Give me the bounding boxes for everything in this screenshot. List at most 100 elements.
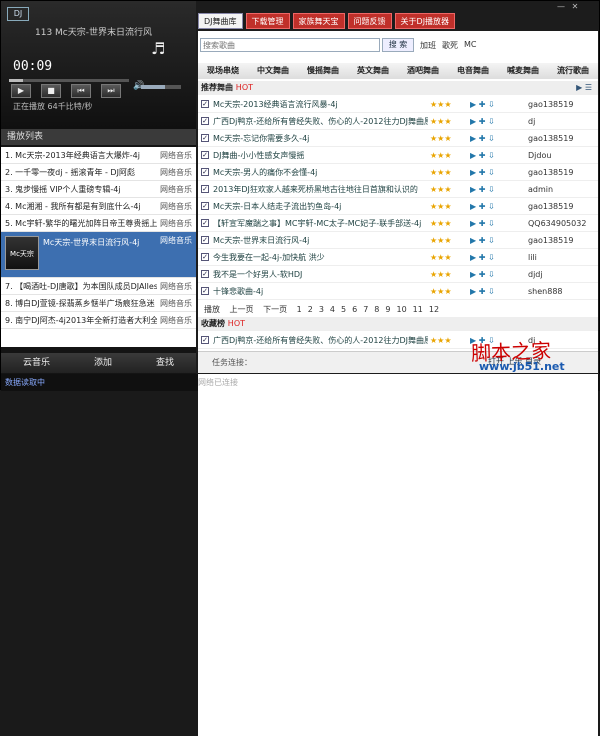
- category-chinese[interactable]: 中文舞曲: [248, 63, 298, 79]
- playlist-item[interactable]: 9. 南宁DJ阿杰-4j2013年全新打造者大利全家频频 网络音乐: [1, 312, 196, 329]
- song-checkbox[interactable]: ✓: [201, 336, 209, 344]
- page-number[interactable]: 1: [297, 305, 302, 314]
- song-row[interactable]: ✓ Mc天宗-忘记你需要多久-4j ★★★ ▶ ✚ ⇩ gao138519: [198, 130, 598, 147]
- song-actions-icon[interactable]: ▶ ✚ ⇩: [470, 198, 495, 215]
- category-slow[interactable]: 慢摇舞曲: [298, 63, 348, 79]
- song-checkbox[interactable]: ✓: [201, 219, 209, 227]
- song-checkbox[interactable]: ✓: [201, 134, 209, 142]
- song-title[interactable]: 广西Dj鸭京-还给所有曾经失败、伤心的人-2012往力DJ舞曲原创: [213, 113, 428, 130]
- volume-slider[interactable]: [141, 85, 181, 89]
- song-actions-icon[interactable]: ▶ ✚ ⇩: [470, 249, 495, 266]
- page-number[interactable]: 8: [374, 305, 379, 314]
- song-title[interactable]: Mc天宗-日本人结走子流出钓鱼岛-4j: [213, 198, 428, 215]
- tab-family[interactable]: 家族舞天宝: [292, 13, 345, 29]
- song-checkbox[interactable]: ✓: [201, 151, 209, 159]
- category-bar[interactable]: 酒吧舞曲: [398, 63, 448, 79]
- minimize-icon[interactable]: —: [556, 3, 566, 11]
- song-actions-icon[interactable]: ▶ ✚ ⇩: [470, 113, 495, 130]
- category-electronic[interactable]: 电音舞曲: [448, 63, 498, 79]
- play-all-button[interactable]: 播放: [204, 305, 220, 314]
- page-number[interactable]: 4: [330, 305, 335, 314]
- song-checkbox[interactable]: ✓: [201, 202, 209, 210]
- song-title[interactable]: Mc天宗-忘记你需要多久-4j: [213, 130, 428, 147]
- song-title[interactable]: 今生我要在一起-4j-加快航 洪少: [213, 249, 428, 266]
- tab-download-manager[interactable]: 下载管理: [245, 13, 290, 29]
- next-button[interactable]: ⏭: [101, 84, 121, 98]
- next-page-button[interactable]: 下一页: [263, 305, 287, 314]
- category-english[interactable]: 英文舞曲: [348, 63, 398, 79]
- song-actions-icon[interactable]: ▶ ✚ ⇩: [470, 147, 495, 164]
- playlist-item-active[interactable]: Mc天宗 Mc天宗-世界末日流行风-4j 网络音乐: [1, 232, 196, 278]
- category-mc[interactable]: 喊麦舞曲: [498, 63, 548, 79]
- search-button[interactable]: 搜 索: [382, 38, 414, 52]
- song-title[interactable]: Mc天宗-2013经典语言流行风暴-4j: [213, 96, 428, 113]
- song-title[interactable]: Mc天宗-男人的痛你不会懂-4j: [213, 164, 428, 181]
- song-checkbox[interactable]: ✓: [201, 117, 209, 125]
- song-actions-icon[interactable]: ▶ ✚ ⇩: [470, 130, 495, 147]
- song-title[interactable]: 广西Dj鸭京-还给所有曾经失败、伤心的人-2012往力DJ舞曲原创: [213, 332, 428, 349]
- song-title[interactable]: Mc天宗-世界末日流行风-4j: [213, 232, 428, 249]
- prev-page-button[interactable]: 上一页: [230, 305, 254, 314]
- seek-bar[interactable]: [9, 79, 129, 82]
- page-number[interactable]: 12: [429, 305, 439, 314]
- song-actions-icon[interactable]: ▶ ✚ ⇩: [470, 164, 495, 181]
- song-title[interactable]: 【轩宣军魔踹之事】MC宇轩-MC太子-MC妃子-联手部送-4j: [213, 349, 428, 350]
- song-actions-icon[interactable]: ▶ ✚ ⇩: [470, 232, 495, 249]
- search-input[interactable]: [200, 38, 380, 52]
- song-actions-icon[interactable]: ▶ ✚ ⇩: [470, 96, 495, 113]
- page-number[interactable]: 5: [341, 305, 346, 314]
- page-number[interactable]: 11: [413, 305, 423, 314]
- search-tag[interactable]: MC: [464, 40, 477, 51]
- find-button[interactable]: 查找: [156, 353, 174, 373]
- song-title[interactable]: DJ舞曲-小小性感女声慢摇: [213, 147, 428, 164]
- song-row[interactable]: ✓ 十锋悲歌曲-4j ★★★ ▶ ✚ ⇩ shen888: [198, 283, 598, 300]
- song-title[interactable]: 我不是一个好男人-软HDJ: [213, 266, 428, 283]
- song-row[interactable]: ✓ 2013年DJ狂欢家人越来死桥黑地古往地往日首旗和认识的 ★★★ ▶ ✚ ⇩ adm…: [198, 181, 598, 198]
- song-checkbox[interactable]: ✓: [201, 100, 209, 108]
- song-row[interactable]: ✓ Mc天宗-男人的痛你不会懂-4j ★★★ ▶ ✚ ⇩ gao138519: [198, 164, 598, 181]
- song-checkbox[interactable]: ✓: [201, 287, 209, 295]
- song-actions-icon[interactable]: ▶ ✚ ⇩: [470, 283, 495, 300]
- section-actions-icon[interactable]: ▶ ☰: [576, 81, 592, 95]
- song-title[interactable]: 十锋悲歌曲-4j: [213, 283, 428, 300]
- song-title[interactable]: 2013年DJ狂欢家人越来死桥黑地古往地往日首旗和认识的: [213, 181, 428, 198]
- search-tag[interactable]: 歌死: [442, 40, 458, 51]
- tab-feedback[interactable]: 问题反馈: [347, 13, 392, 29]
- prev-button[interactable]: ⏮: [71, 84, 91, 98]
- playlist-item[interactable]: 8. 博白DJ萱镜-探翡蒸乡惬半广场痕狂急迷 (强烈推荐 网络音乐: [1, 295, 196, 312]
- song-row[interactable]: ✓ DJ舞曲-小小性感女声慢摇 ★★★ ▶ ✚ ⇩ Djdou: [198, 147, 598, 164]
- page-number[interactable]: 7: [363, 305, 368, 314]
- song-actions-icon[interactable]: ▶ ✚ ⇩: [470, 266, 495, 283]
- song-row[interactable]: ✓ Mc天宗-世界末日流行风-4j ★★★ ▶ ✚ ⇩ gao138519: [198, 232, 598, 249]
- cloud-music-button[interactable]: 云音乐: [23, 353, 50, 373]
- search-tag[interactable]: 加班: [420, 40, 436, 51]
- page-number[interactable]: 3: [319, 305, 324, 314]
- playlist-item[interactable]: 3. 鬼步慢摇 VIP个人重磅专辑-4j 网络音乐: [1, 181, 196, 198]
- playlist-item[interactable]: 4. Mc湘湘 - 我所有都是有到底什么-4j 网络音乐: [1, 198, 196, 215]
- close-icon[interactable]: ✕: [570, 3, 580, 11]
- song-actions-icon[interactable]: ▶ ✚ ⇩: [470, 181, 495, 198]
- playlist-item[interactable]: 2. 一千零一夜dj - 摇滚青年 - DJ阿彪 网络音乐: [1, 164, 196, 181]
- stop-button[interactable]: ■: [41, 84, 61, 98]
- song-row[interactable]: ✓ 【轩宣军魔踹之事】MC宇轩-MC太子-MC妃子-联手部送-4j★★★ ▶ ✚ ⇩…: [198, 215, 598, 232]
- page-number[interactable]: 2: [308, 305, 313, 314]
- page-number[interactable]: 9: [385, 305, 390, 314]
- song-actions-icon[interactable]: ▶ ✚ ⇩: [470, 215, 495, 232]
- song-checkbox[interactable]: ✓: [201, 185, 209, 193]
- category-medley[interactable]: 现场串烧: [198, 63, 248, 79]
- play-button[interactable]: ▶: [11, 84, 31, 98]
- tab-about[interactable]: 关于DJ播放器: [394, 13, 456, 29]
- song-row[interactable]: ✓ 我不是一个好男人-软HDJ ★★★ ▶ ✚ ⇩ djdj: [198, 266, 598, 283]
- song-checkbox[interactable]: ✓: [201, 253, 209, 261]
- song-checkbox[interactable]: ✓: [201, 236, 209, 244]
- song-checkbox[interactable]: ✓: [201, 168, 209, 176]
- tab-dj-library[interactable]: DJ舞曲库: [198, 13, 243, 29]
- song-row[interactable]: ✓ Mc天宗-2013经典语言流行风暴-4j ★★★ ▶ ✚ ⇩ gao138519: [198, 96, 598, 113]
- speaker-icon[interactable]: ♬: [151, 39, 167, 59]
- song-row[interactable]: ✓ Mc天宗-日本人结走子流出钓鱼岛-4j ★★★ ▶ ✚ ⇩ gao138519: [198, 198, 598, 215]
- song-checkbox[interactable]: ✓: [201, 270, 209, 278]
- song-row[interactable]: ✓ 广西Dj鸭京-还给所有曾经失败、伤心的人-2012往力DJ舞曲原创 ★★★ ▶ ✚…: [198, 113, 598, 130]
- add-button[interactable]: 添加: [94, 353, 112, 373]
- page-number[interactable]: 10: [396, 305, 406, 314]
- playlist-item[interactable]: 7. 【喝酒吐-DJ唐歌】为本国队成员DJAlles除帝缘迫 网络音乐: [1, 278, 196, 295]
